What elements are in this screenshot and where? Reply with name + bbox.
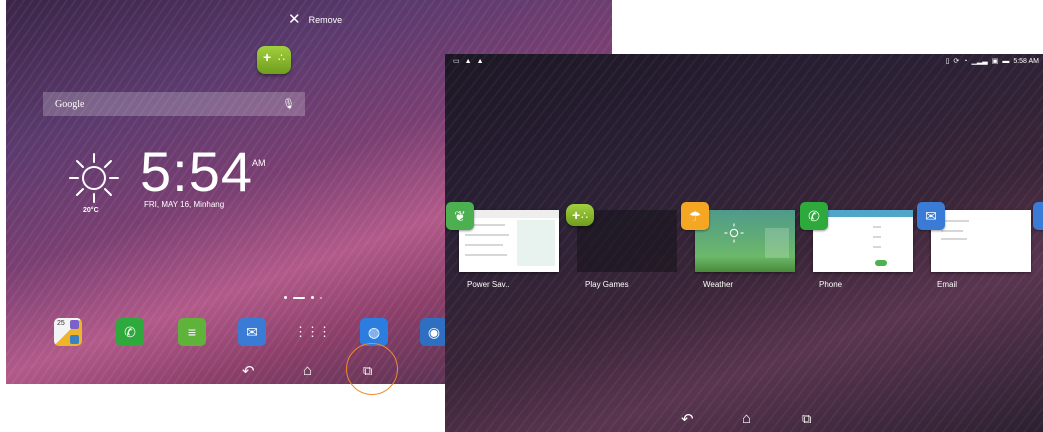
navigation-bar: ↶ ⌂ ⧉ [445, 408, 1043, 432]
clock-ampm: AM [252, 158, 266, 168]
page-dot [311, 296, 314, 299]
remove-drop-target[interactable]: ✕ Remove [288, 12, 342, 27]
app-card-weather[interactable] [695, 210, 795, 272]
home-icon[interactable]: ⌂ [303, 363, 312, 378]
back-icon[interactable]: ↶ [681, 412, 694, 427]
app-label-power-saver: Power Sav.. [467, 280, 510, 289]
gamepad-icon[interactable] [257, 46, 291, 74]
notification-icon: ▭ [453, 58, 460, 65]
sync-icon: ⟳ [953, 58, 960, 65]
close-icon: ✕ [288, 11, 301, 28]
battery-icon: ▬ [1002, 57, 1010, 65]
all-apps-icon[interactable]: ⋮⋮⋮ [294, 318, 331, 346]
warning-icon: ▲ [476, 57, 484, 65]
camera-icon[interactable]: ◉ [420, 318, 448, 346]
microphone-icon[interactable]: 🎙 [282, 99, 295, 110]
sim-icon: ▣ [991, 58, 999, 65]
clock-date: FRI, MAY 16, Minhang [144, 200, 225, 209]
app-label-email: Email [937, 280, 958, 289]
calendar-icon[interactable]: 25 [54, 318, 82, 346]
page-dot [284, 296, 287, 299]
app-label-phone: Phone [819, 280, 843, 289]
page-dot-active [293, 296, 305, 299]
remove-label: Remove [308, 14, 343, 25]
clock-time[interactable]: 5:54 [140, 142, 253, 202]
leaf-icon: ❦ [446, 202, 474, 230]
messaging-icon[interactable]: ≡ [178, 318, 206, 346]
search-placeholder: Google [55, 98, 85, 110]
status-bar: ▭ ▲ ▲ ▯ ⟳ ◔ ▁▂▃ ▣ ▬ 5:58 AM [445, 54, 1043, 68]
browser-icon[interactable]: ◍ [360, 318, 388, 346]
email-icon[interactable]: ✉ [238, 318, 266, 346]
highlight-ring [346, 343, 398, 395]
app-label-play-games: Play Games [585, 280, 629, 289]
sun-icon [724, 223, 744, 243]
contacts-icon [70, 335, 79, 344]
vibrate-icon: ▯ [945, 58, 950, 65]
warning-icon: ▲ [464, 57, 472, 65]
page-indicator [284, 296, 322, 299]
app-label-weather: Weather [703, 280, 734, 289]
back-icon[interactable]: ↶ [242, 364, 255, 379]
phone-icon: ✆ [800, 202, 828, 230]
home-icon[interactable]: ⌂ [742, 411, 751, 426]
app-card-email[interactable] [931, 210, 1031, 272]
app-card-power-saver[interactable] [459, 210, 559, 272]
sun-icon [69, 153, 119, 203]
recent-apps-screen: ▭ ▲ ▲ ▯ ⟳ ◔ ▁▂▃ ▣ ▬ 5:58 AM ❦ Power Sav.… [445, 54, 1043, 432]
app-card-phone[interactable] [813, 210, 913, 272]
recent-apps-icon[interactable]: ⧉ [802, 411, 811, 426]
status-time: 5:58 AM [1013, 57, 1039, 65]
signal-icon: ▁▂▃ [971, 58, 988, 65]
gamepad-icon [566, 204, 594, 226]
wifi-icon: ◔ [963, 57, 968, 65]
next-app-icon[interactable] [1033, 202, 1043, 230]
page-dot [320, 296, 322, 299]
google-search-bar[interactable]: Google 🎙 [43, 92, 305, 116]
umbrella-icon: ☂ [681, 202, 709, 230]
check-icon [70, 320, 79, 329]
email-icon: ✉ [917, 202, 945, 230]
weather-temp: 20°C [83, 207, 99, 214]
phone-icon[interactable]: ✆ [116, 318, 144, 346]
